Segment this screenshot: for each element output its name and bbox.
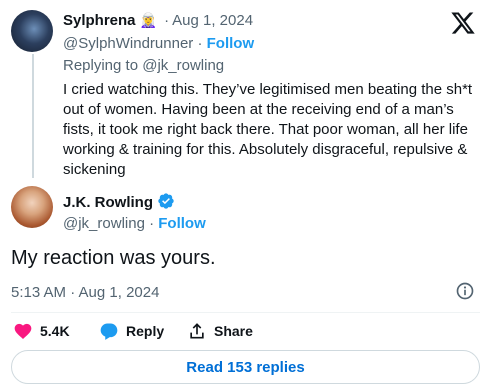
share-button[interactable]: Share [187,321,253,341]
main-handle-row: @jk_rowling · Follow [63,215,206,232]
x-logo-icon[interactable] [450,10,476,36]
parent-tweet-text: I cried watching this. They’ve legitimis… [63,81,473,178]
info-icon[interactable] [455,281,475,301]
reply-button[interactable]: Reply [99,321,164,341]
main-display-name[interactable]: J.K. Rowling [63,194,153,211]
main-tweet-header: J.K. Rowling [63,192,175,211]
reply-bubble-icon [100,323,118,340]
parent-handle-row: @SylphWindrunner · Follow [63,35,254,52]
name-emoji: 🧝‍♀️ [139,12,157,28]
main-handle[interactable]: @jk_rowling [63,215,145,232]
handle-separator: · [197,35,203,52]
main-tweet-text: My reaction was yours. [11,247,216,269]
parent-date[interactable]: Aug 1, 2024 [172,12,253,29]
main-follow-button[interactable]: Follow [158,215,206,232]
share-icon [190,323,204,339]
tweet-timestamp[interactable]: 5:13 AM · Aug 1, 2024 [11,284,159,301]
read-replies-button[interactable]: Read 153 replies [11,350,480,384]
actions-divider [11,312,480,313]
parent-tweet-header: Sylphrena 🧝‍♀️ · Aug 1, 2024 [63,12,253,29]
thread-connector-line [32,54,34,178]
parent-display-name[interactable]: Sylphrena [63,12,136,29]
sylphrena-avatar[interactable] [11,10,53,52]
parent-handle[interactable]: @SylphWindrunner [63,35,193,52]
like-button[interactable]: 5.4K [13,321,70,341]
replying-to-label[interactable]: Replying to @jk_rowling [63,57,224,74]
reply-label: Reply [126,323,165,339]
like-count: 5.4K [40,323,70,339]
main-handle-separator: · [149,215,155,232]
verified-badge-icon [158,193,174,209]
jk-rowling-avatar[interactable] [11,186,53,228]
parent-follow-button[interactable]: Follow [207,35,255,52]
heart-icon [14,323,32,339]
share-label: Share [214,323,253,339]
header-separator: · [164,12,170,29]
